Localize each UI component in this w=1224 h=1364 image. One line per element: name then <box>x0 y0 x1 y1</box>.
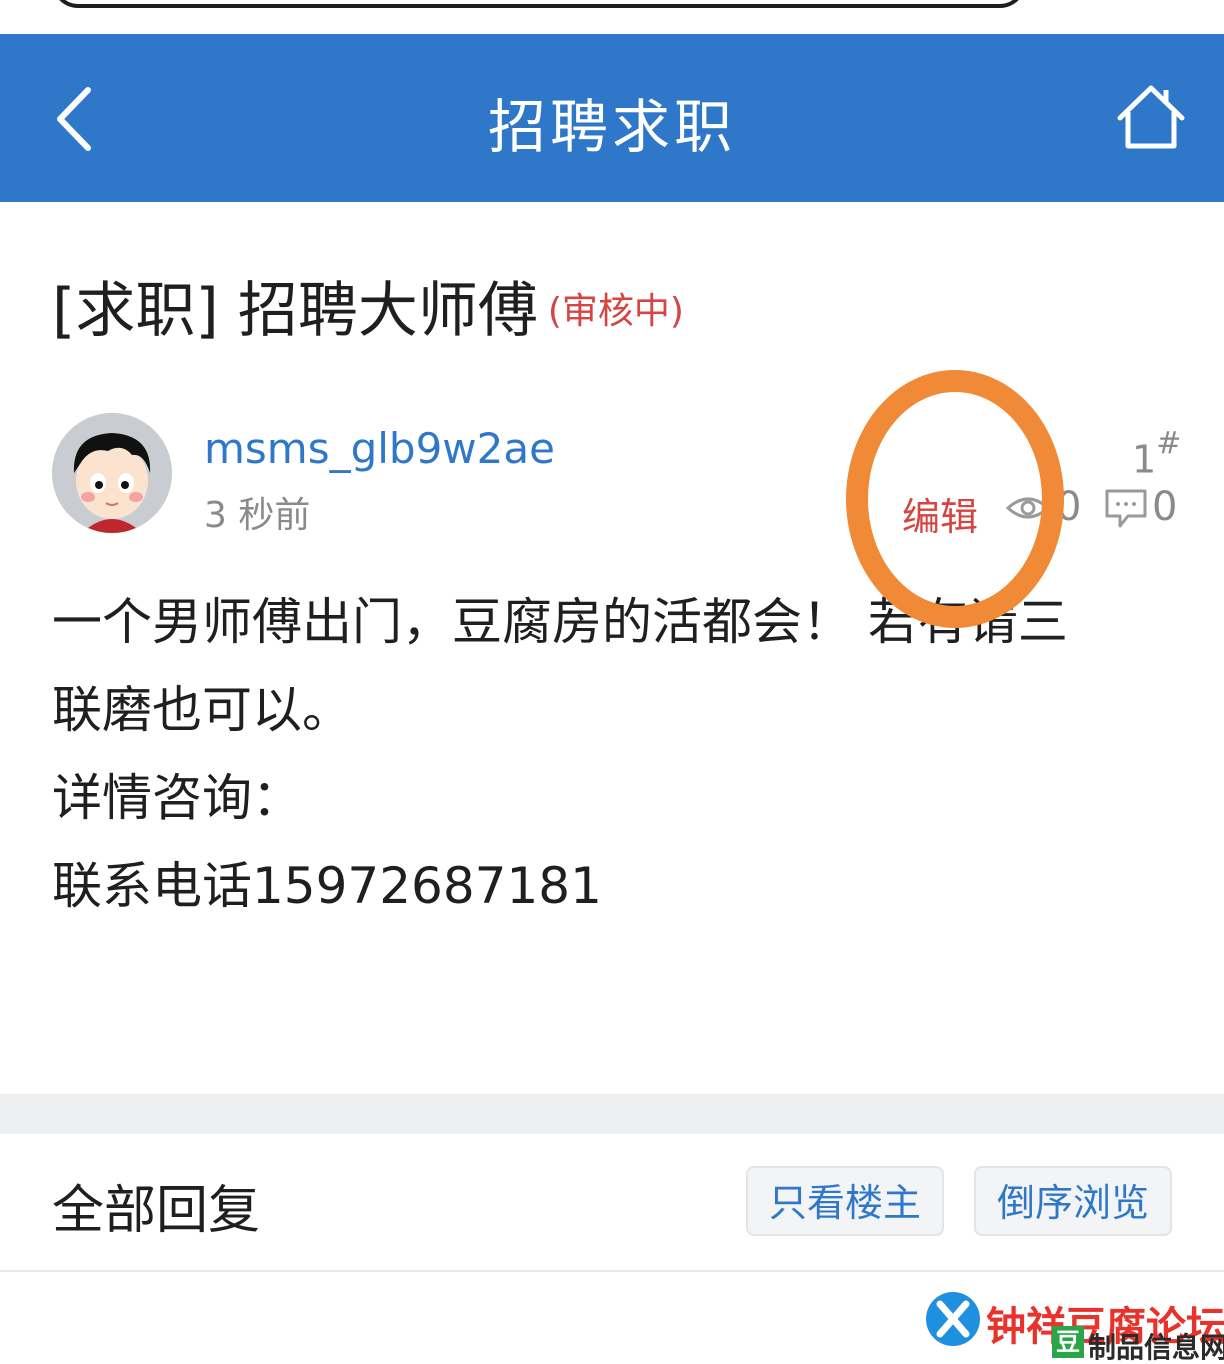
post-title: [求职] 招聘大师傅 (审核中) <box>52 262 684 349</box>
reply-count: 0 <box>1152 484 1178 530</box>
view-count: 0 <box>1056 484 1082 530</box>
post-body-line: 详情咨询： <box>52 769 302 827</box>
eye-icon <box>1006 497 1050 519</box>
floor-number-value: 1 <box>1132 437 1157 482</box>
page: 招聘求职 [求职] 招聘大师傅 (审核中) msms_glb9w2ae 3 秒前… <box>0 0 1224 1364</box>
watermark-subtitle: 制品信息网 <box>1088 1331 1224 1364</box>
comment-icon[interactable] <box>1104 488 1148 530</box>
review-status-badge: (审核中) <box>547 291 684 332</box>
floor-mark: # <box>1156 426 1182 461</box>
cartoon-avatar-icon <box>52 413 172 533</box>
status-bar-remnant <box>0 0 1224 34</box>
post-timestamp: 3 秒前 <box>204 495 311 536</box>
home-button[interactable] <box>1114 82 1188 152</box>
floor-number: 1# <box>1132 426 1181 482</box>
post-body-line: 联系电话15972687181 <box>52 857 602 915</box>
author-name-link[interactable]: msms_glb9w2ae <box>204 424 555 473</box>
section-divider <box>0 1094 1224 1134</box>
edit-button[interactable]: 编辑 <box>902 486 978 541</box>
only-owner-button[interactable]: 只看楼主 <box>746 1166 944 1236</box>
avatar[interactable] <box>52 413 172 533</box>
reverse-order-button[interactable]: 倒序浏览 <box>974 1166 1172 1236</box>
home-icon <box>1117 85 1185 149</box>
post-body-line: 联磨也可以。 <box>52 681 352 739</box>
page-title: 招聘求职 <box>487 93 736 161</box>
all-replies-heading: 全部回复 <box>52 1181 261 1241</box>
post-title-text: [求职] 招聘大师傅 <box>52 276 538 346</box>
watermark-logo-icon <box>926 1292 980 1346</box>
post-body-line: 一个男师傅出门，豆腐房的活都会！ 若有请三 <box>52 593 1068 651</box>
divider <box>0 1270 1224 1272</box>
device-frame-edge <box>52 0 1026 8</box>
watermark-badge: 豆 <box>1052 1326 1084 1358</box>
post-content: 一个男师傅出门，豆腐房的活都会！ 若有请三 联磨也可以。 详情咨询： 联系电话1… <box>52 578 1162 930</box>
app-header: 招聘求职 <box>0 34 1224 202</box>
